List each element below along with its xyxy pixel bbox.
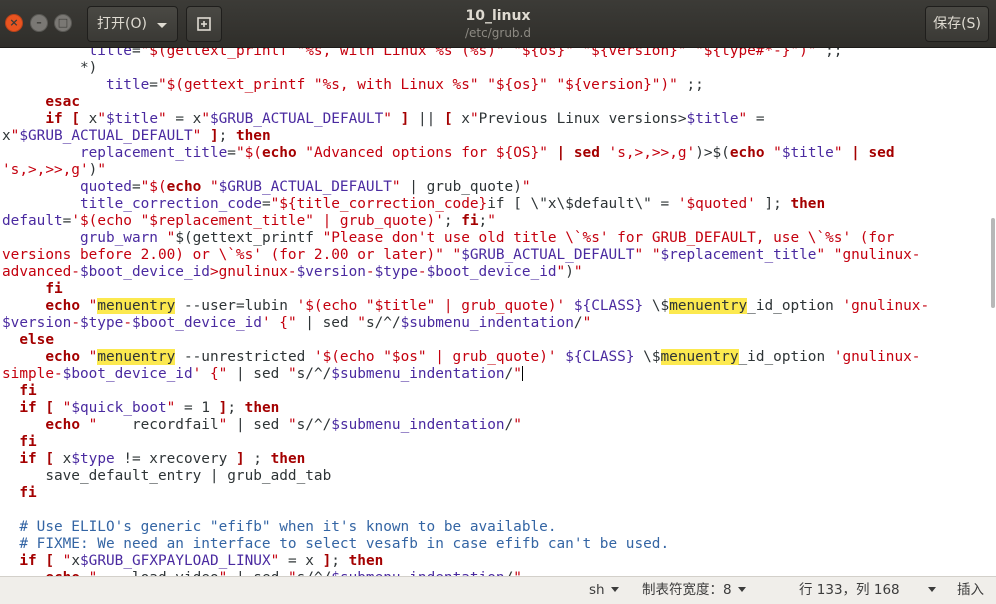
tab-width-selector[interactable]: 制表符宽度：8	[642, 577, 746, 604]
save-button[interactable]: 保存(S)	[925, 6, 989, 42]
code-view[interactable]: title="$(gettext_printf "%s, with Linux …	[2, 48, 929, 576]
chevron-down-icon	[927, 587, 936, 592]
cursor-position-selector[interactable]: 行 133，列 168	[799, 577, 936, 604]
chevron-down-icon	[610, 587, 619, 592]
vertical-scrollbar[interactable]	[991, 218, 995, 308]
window-subtitle: /etc/grub.d	[465, 26, 531, 40]
text-editor[interactable]: title="$(gettext_printf "%s, with Linux …	[0, 48, 996, 576]
tab-width-label: 制表符宽度：8	[642, 582, 732, 598]
cursor-position-label: 行 133，列 168	[799, 582, 900, 598]
language-label: sh	[589, 582, 605, 598]
title-bar: × – □ 打开(O) 10_linux /etc/grub.d 保存(S)	[0, 0, 996, 48]
status-bar: sh 制表符宽度：8 行 133，列 168 插入	[0, 576, 996, 604]
language-selector[interactable]: sh	[589, 577, 619, 604]
text-cursor	[521, 366, 523, 381]
insert-mode-indicator[interactable]: 插入	[957, 577, 984, 604]
window-title: 10_linux	[465, 8, 531, 24]
chevron-down-icon	[737, 587, 746, 592]
